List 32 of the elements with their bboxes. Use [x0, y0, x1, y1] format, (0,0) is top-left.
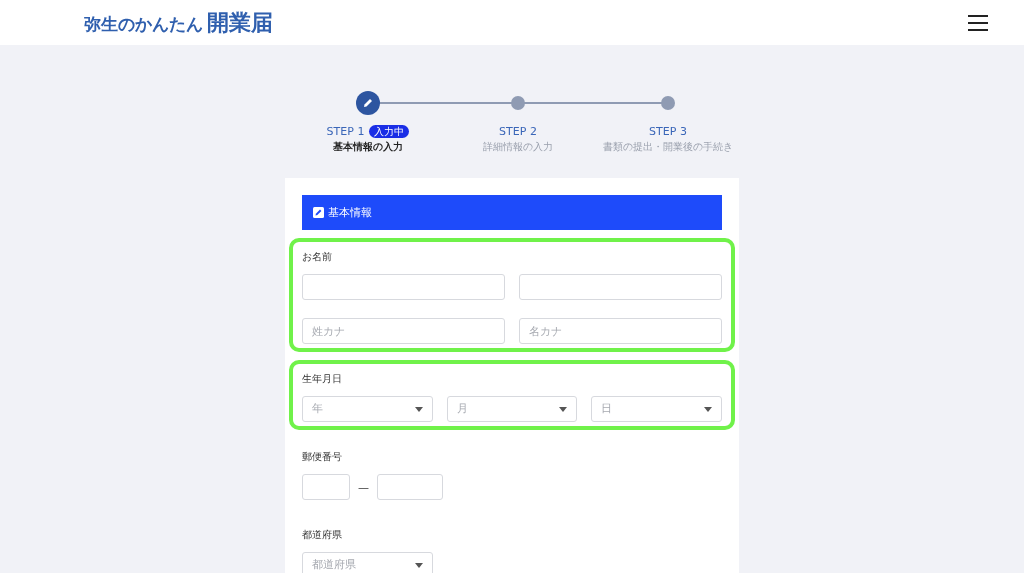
text-field[interactable] [302, 474, 350, 500]
step-caption: 詳細情報の入力 [483, 141, 553, 154]
caret-icon [415, 562, 423, 568]
field-label: 郵便番号 [302, 450, 343, 464]
text-field[interactable] [377, 474, 443, 500]
field-label: 生年月日 [302, 372, 343, 386]
field-label: お名前 [302, 250, 333, 264]
status-badge: 入力中 [369, 125, 410, 138]
step-caption: 書類の提出・開業後の手続き [603, 141, 733, 154]
step-caption: 基本情報の入力 [333, 141, 403, 154]
edit-icon [313, 207, 324, 218]
section-title: 基本情報 [328, 205, 372, 220]
menu-icon[interactable] [968, 14, 988, 31]
select-field[interactable]: 日 [591, 396, 722, 422]
text-field[interactable]: 名カナ [519, 318, 722, 344]
select-field[interactable]: 都道府県 [302, 552, 433, 573]
step-label: STEP 2 [499, 125, 537, 138]
separator-dash: — [358, 480, 369, 494]
caret-icon [704, 406, 712, 412]
text-field[interactable] [302, 274, 505, 300]
logo-text: 弥生のかんたん [84, 12, 203, 36]
select-field[interactable]: 年 [302, 396, 433, 422]
text-field[interactable]: 姓カナ [302, 318, 505, 344]
logo-title: 開業届 [207, 8, 273, 37]
pencil-icon [363, 98, 373, 108]
text-field[interactable] [519, 274, 722, 300]
select-field[interactable]: 月 [446, 396, 578, 422]
caret-icon [559, 406, 568, 412]
caret-icon [414, 406, 423, 412]
field-label: 都道府県 [302, 528, 343, 542]
step-label: STEP 3 [649, 125, 687, 138]
step-label: STEP 1 [326, 125, 365, 138]
